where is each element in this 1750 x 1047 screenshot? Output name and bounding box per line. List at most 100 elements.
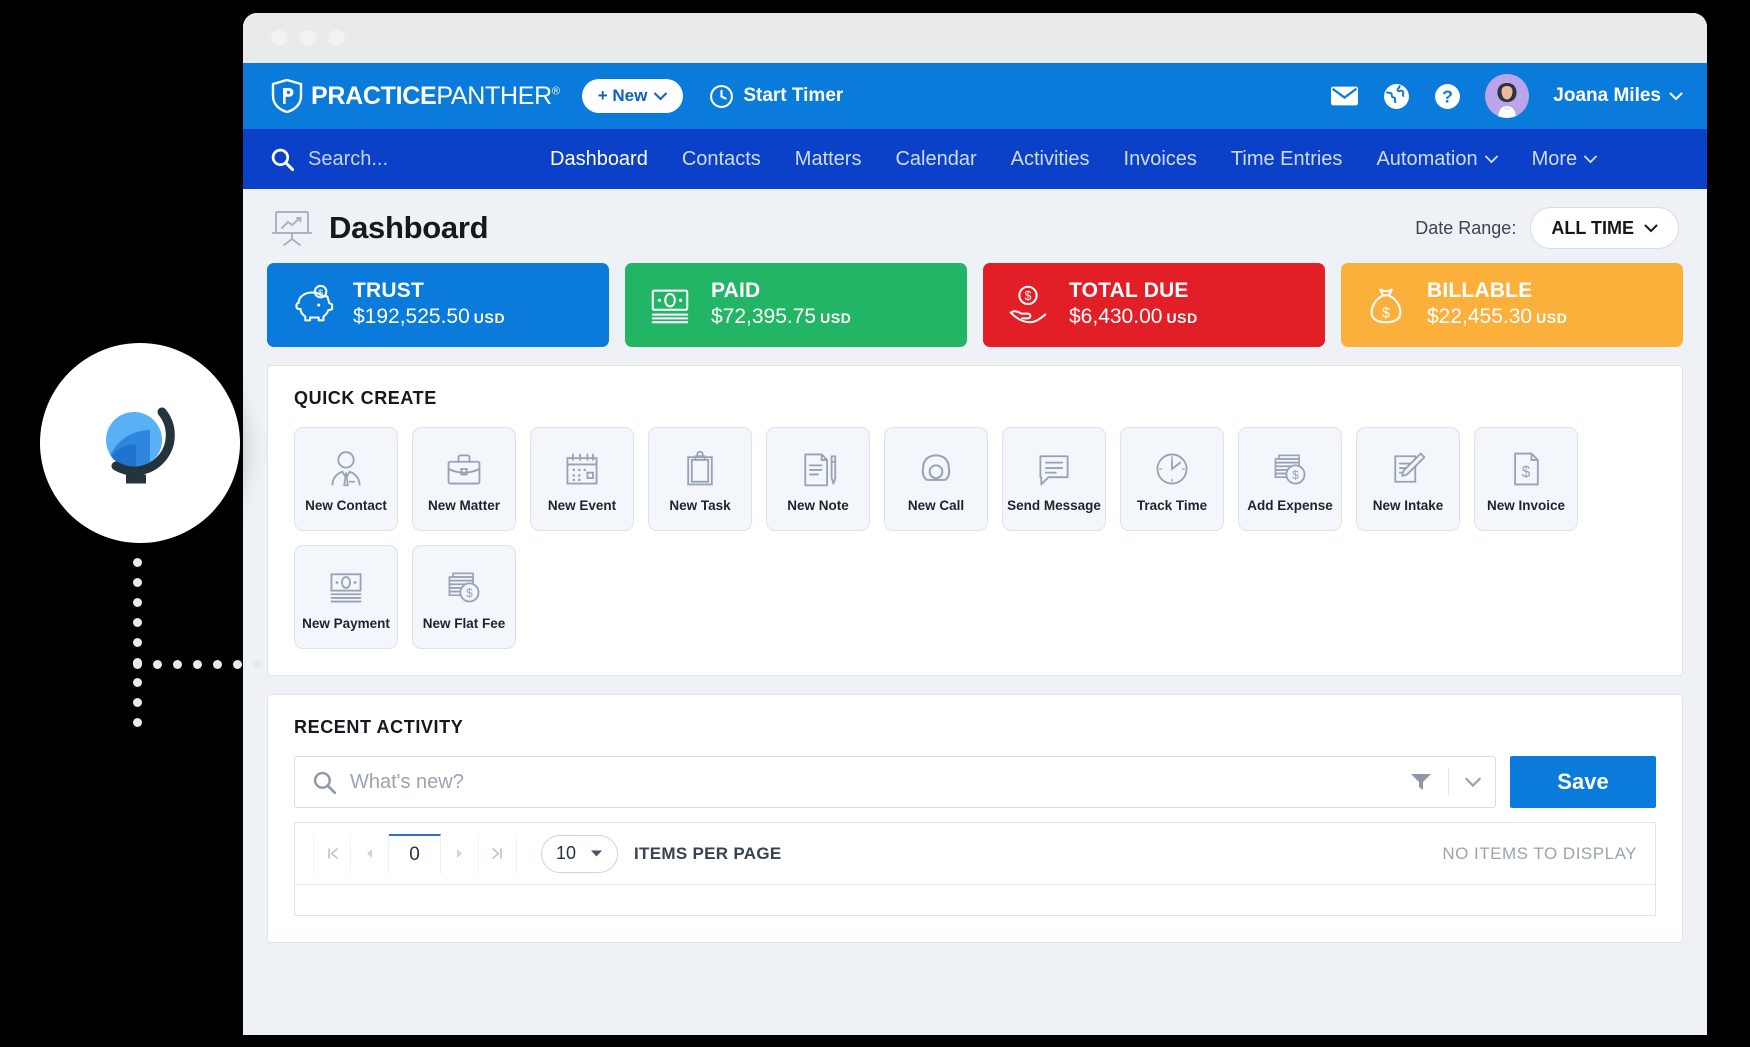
funnel-icon[interactable] [1410, 772, 1432, 792]
items-per-page-select[interactable]: 10 [541, 835, 618, 873]
nav-label: Contacts [682, 148, 761, 171]
tile-label: New Flat Fee [423, 616, 506, 631]
tile-new-flat-fee[interactable]: $ New Flat Fee [412, 545, 516, 649]
tile-new-matter[interactable]: New Matter [412, 427, 516, 531]
brand-bold: PRACTICE [311, 82, 436, 110]
nav-item-automation[interactable]: Automation [1359, 148, 1514, 171]
chevron-down-icon [654, 92, 667, 101]
stat-amount: $6,430.00 [1069, 305, 1162, 328]
divider [1448, 768, 1449, 796]
calendar-icon [559, 446, 605, 492]
stat-currency: USD [1536, 310, 1567, 326]
stat-card-total-due[interactable]: $ TOTAL DUE $6,430.00USD [983, 263, 1325, 347]
coins-stack-icon: $ [1267, 446, 1313, 492]
page-number-input[interactable]: 0 [389, 834, 441, 874]
grid-empty-body [295, 885, 1655, 915]
help-icon[interactable]: ? [1434, 83, 1461, 110]
avatar[interactable] [1485, 74, 1529, 118]
nav-item-time-entries[interactable]: Time Entries [1214, 148, 1360, 171]
tile-track-time[interactable]: Track Time [1120, 427, 1224, 531]
tile-new-intake[interactable]: New Intake [1356, 427, 1460, 531]
briefcase-icon [441, 446, 487, 492]
empty-state-text: NO ITEMS TO DISPLAY [1442, 844, 1637, 864]
nav-label: Calendar [895, 148, 976, 171]
stat-amount: $22,455.30 [1427, 305, 1532, 328]
clipboard-icon [677, 446, 723, 492]
topbar-right-group: ? Joana Miles [1330, 74, 1683, 118]
tile-label: New Call [908, 498, 964, 513]
recent-activity-title: RECENT ACTIVITY [294, 717, 1656, 738]
chat-bubble-icon [1031, 446, 1077, 492]
nav-item-more[interactable]: More [1515, 148, 1615, 171]
coins-stack-icon: $ [441, 564, 487, 610]
next-page-icon[interactable] [441, 834, 479, 874]
nav-label: Activities [1011, 148, 1090, 171]
user-menu[interactable]: Joana Miles [1553, 85, 1683, 107]
brand-light: PANTHER [436, 82, 552, 110]
date-range-control: Date Range: ALL TIME [1415, 207, 1679, 249]
stat-title: TOTAL DUE [1069, 279, 1198, 303]
tile-new-payment[interactable]: New Payment [294, 545, 398, 649]
tile-new-invoice[interactable]: $ New Invoice [1474, 427, 1578, 531]
chevron-down-icon [1584, 155, 1597, 164]
svg-text:$: $ [466, 586, 473, 600]
tile-new-event[interactable]: New Event [530, 427, 634, 531]
date-range-label: Date Range: [1415, 218, 1516, 239]
nav-item-activities[interactable]: Activities [994, 148, 1107, 171]
search-placeholder: Search... [308, 148, 388, 171]
tile-label: New Note [787, 498, 849, 513]
brand-logo[interactable]: PRACTICEPANTHER® [271, 79, 560, 113]
tile-new-task[interactable]: New Task [648, 427, 752, 531]
tile-new-note[interactable]: New Note [766, 427, 870, 531]
tile-label: Send Message [1007, 498, 1101, 513]
minimize-icon[interactable] [300, 30, 316, 46]
start-timer-button[interactable]: Start Timer [709, 84, 843, 109]
tile-label: New Contact [305, 498, 387, 513]
stat-currency: USD [1166, 310, 1197, 326]
tile-label: Add Expense [1247, 498, 1333, 513]
tile-label: New Event [548, 498, 616, 513]
quick-create-panel: QUICK CREATE New Contact New Matter [267, 365, 1683, 676]
tile-add-expense[interactable]: $ Add Expense [1238, 427, 1342, 531]
search-icon [313, 771, 336, 794]
stat-card-trust[interactable]: $ TRUST $192,525.50USD [267, 263, 609, 347]
maximize-icon[interactable] [329, 30, 345, 46]
new-button[interactable]: + New [582, 79, 684, 113]
date-range-value: ALL TIME [1551, 218, 1634, 239]
recent-activity-search-input[interactable]: What's new? [294, 756, 1496, 808]
prev-page-icon[interactable] [351, 834, 389, 874]
stat-card-paid[interactable]: PAID $72,395.75USD [625, 263, 967, 347]
stat-card-billable[interactable]: $ BILLABLE $22,455.30USD [1341, 263, 1683, 347]
new-button-label: + New [598, 86, 648, 106]
nav-item-dashboard[interactable]: Dashboard [533, 148, 665, 171]
svg-text:$: $ [1382, 305, 1390, 321]
search-icon [271, 148, 294, 171]
panther-shield-icon [271, 79, 303, 113]
tile-label: New Matter [428, 498, 500, 513]
tile-send-message[interactable]: Send Message [1002, 427, 1106, 531]
form-pencil-icon [1385, 446, 1431, 492]
tile-new-contact[interactable]: New Contact [294, 427, 398, 531]
nav-item-matters[interactable]: Matters [778, 148, 879, 171]
tile-new-call[interactable]: New Call [884, 427, 988, 531]
nav-item-contacts[interactable]: Contacts [665, 148, 778, 171]
save-button[interactable]: Save [1510, 756, 1656, 808]
nav-item-invoices[interactable]: Invoices [1107, 148, 1214, 171]
tile-label: New Intake [1373, 498, 1444, 513]
last-page-icon[interactable] [479, 834, 517, 874]
nav-item-calendar[interactable]: Calendar [878, 148, 993, 171]
svg-text:$: $ [318, 287, 323, 297]
chevron-down-icon [1485, 155, 1498, 164]
tile-label: New Task [669, 498, 730, 513]
globe-icon[interactable] [1383, 83, 1410, 110]
date-range-button[interactable]: ALL TIME [1530, 207, 1679, 249]
first-page-icon[interactable] [313, 834, 351, 874]
envelope-icon[interactable] [1330, 85, 1359, 107]
user-name-label: Joana Miles [1553, 85, 1661, 107]
recent-activity-placeholder: What's new? [350, 771, 1396, 794]
chevron-down-icon[interactable] [1465, 777, 1481, 788]
search-input[interactable]: Search... [271, 148, 519, 171]
close-icon[interactable] [271, 30, 287, 46]
stat-currency: USD [474, 310, 505, 326]
globe-logo-icon [79, 382, 201, 504]
